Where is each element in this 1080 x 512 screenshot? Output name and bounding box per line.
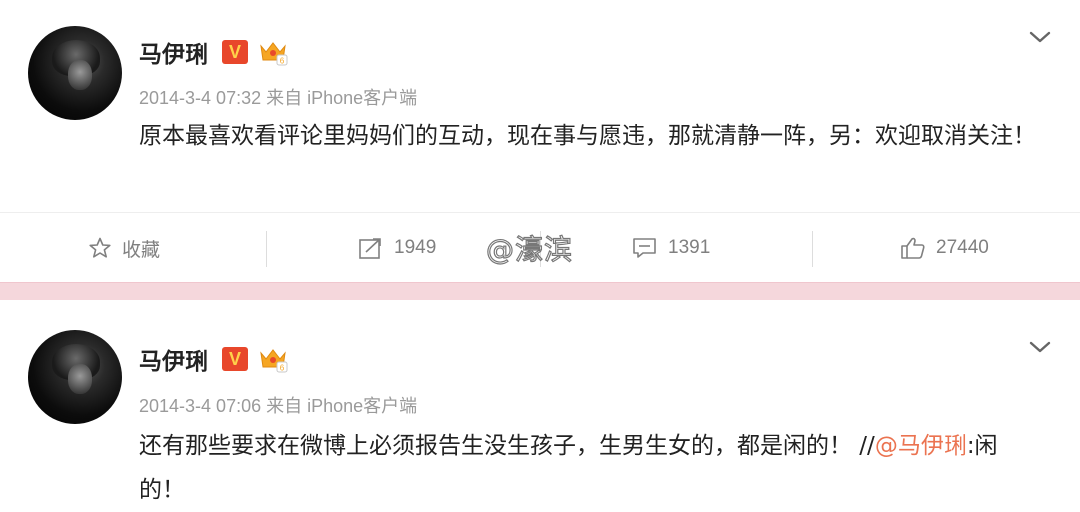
repost-count: 1949 — [394, 237, 437, 258]
post-meta: 2014-3-4 07:32 来自 iPhone客户端 — [139, 88, 418, 108]
post-content-text: 还有那些要求在微博上必须报告生没生孩子，生男生女的，都是闲的！ // — [139, 433, 875, 459]
vip-crown-icon[interactable]: 6 — [258, 38, 288, 66]
vip-crown-icon[interactable]: 6 — [258, 345, 288, 373]
favorite-label: 收藏 — [122, 239, 161, 261]
name-row: 马伊琍 V 6 — [139, 36, 288, 68]
name-row: 马伊琍 V 6 — [139, 343, 288, 375]
favorite-button[interactable]: 收藏 — [88, 213, 160, 283]
comment-count: 1391 — [668, 237, 711, 258]
chevron-down-icon[interactable] — [1028, 338, 1052, 356]
divider — [812, 231, 813, 267]
like-button[interactable]: 27440 — [900, 213, 989, 283]
verified-v-icon[interactable]: V — [222, 347, 248, 371]
thumbs-up-icon — [901, 237, 925, 259]
chevron-down-icon[interactable] — [1028, 28, 1052, 46]
weibo-post: 马伊琍 V 6 2014-3-4 07:32 来自 iPhone客户端 原本最喜… — [0, 0, 1080, 282]
avatar[interactable] — [28, 26, 122, 120]
watermark: @濠滨 — [485, 232, 574, 266]
comment-icon — [633, 238, 656, 258]
post-meta: 2014-3-4 07:06 来自 iPhone客户端 — [139, 396, 418, 416]
post-content: 原本最喜欢看评论里妈妈们的互动，现在事与愿违，那就清静一阵，另：欢迎取消关注！ — [139, 123, 1036, 149]
repost-icon — [359, 238, 381, 259]
verified-v-icon[interactable]: V — [222, 40, 248, 64]
svg-text:6: 6 — [280, 57, 285, 66]
like-count: 27440 — [936, 237, 989, 258]
weibo-post: 马伊琍 V 6 2014-3-4 07:06 来自 iPhone客户端 还有那些… — [0, 300, 1080, 512]
post-content: 还有那些要求在微博上必须报告生没生孩子，生男生女的，都是闲的！ //@马伊琍:闲… — [139, 424, 1039, 512]
repost-button[interactable]: 1949 — [358, 213, 436, 283]
mention-link[interactable]: @马伊琍 — [875, 433, 967, 459]
divider — [266, 231, 267, 267]
username[interactable]: 马伊琍 — [139, 35, 208, 69]
comment-button[interactable]: 1391 — [632, 213, 710, 283]
username[interactable]: 马伊琍 — [139, 342, 208, 376]
star-icon — [89, 237, 111, 258]
avatar[interactable] — [28, 330, 122, 424]
post-separator — [0, 282, 1080, 300]
svg-text:6: 6 — [280, 364, 285, 373]
